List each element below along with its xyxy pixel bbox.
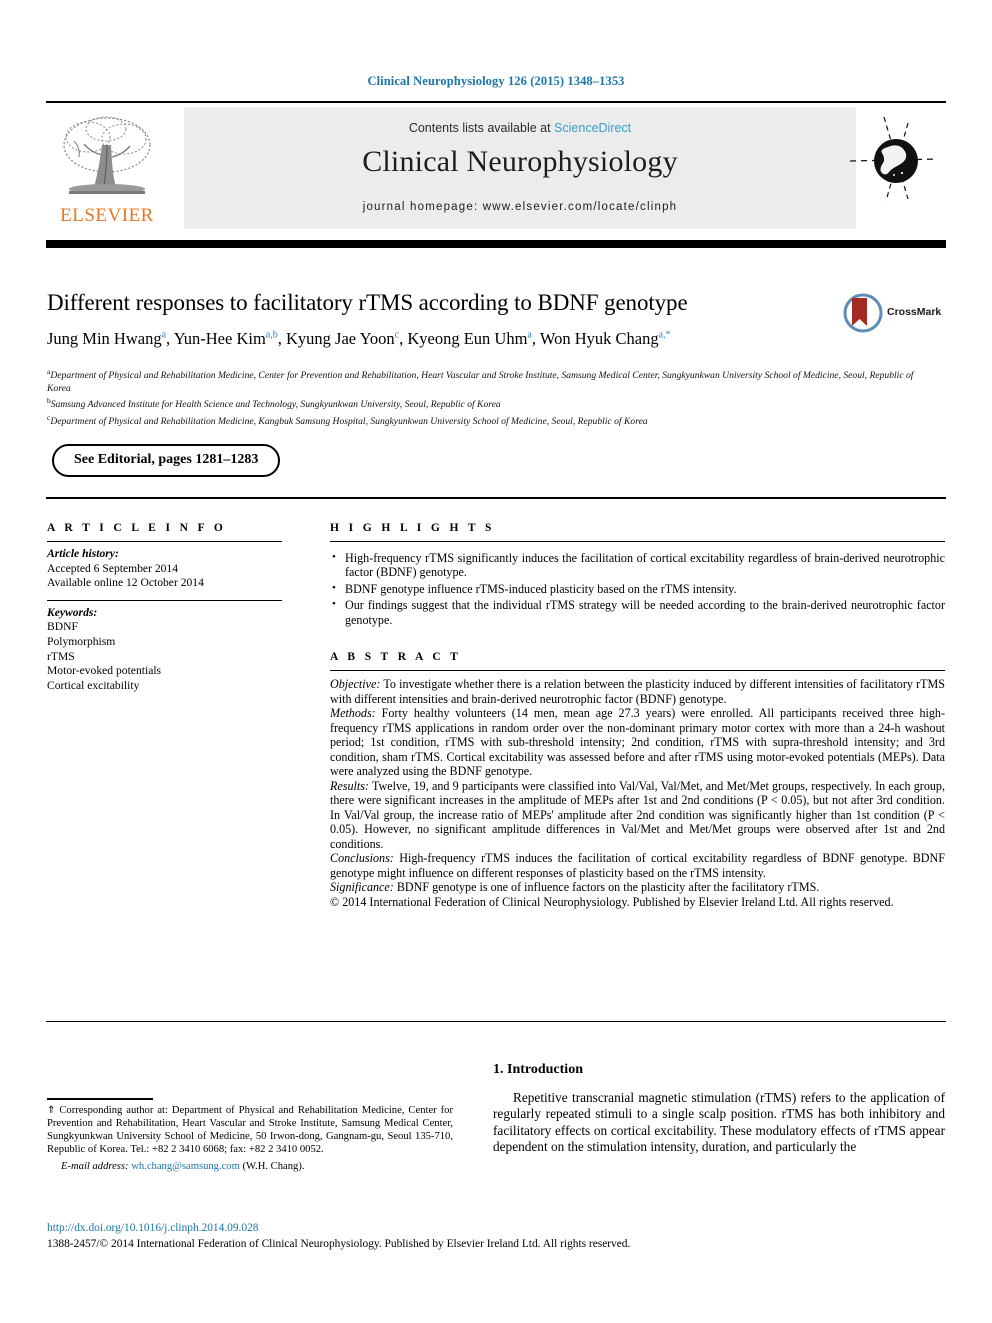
elsevier-tree-icon [63,116,151,194]
abstract-objective: Objective: To investigate whether there … [330,677,945,706]
author-0: Jung Min Hwanga, [47,329,174,348]
introduction-heading: 1. Introduction [493,1062,583,1077]
keywords-block: Keywords: BDNF Polymorphism rTMS Motor-e… [47,601,282,694]
author-1: Yun-Hee Kima,b, [173,329,286,348]
journal-cover-mark [846,113,946,223]
abstract-bottom-rule [46,1021,946,1022]
elsevier-wordmark: ELSEVIER [60,205,154,226]
issn-copyright-line: 1388-2457/© 2014 International Federatio… [47,1238,631,1250]
email-owner: (W.H. Chang). [239,1161,305,1173]
author-affil-mark: a,* [658,329,671,341]
email-link[interactable]: wh.chang@samsung.com [131,1161,240,1172]
article-info-heading: A R T I C L E I N F O [47,522,227,534]
journal-homepage-link[interactable]: journal homepage: www.elsevier.com/locat… [184,201,856,213]
abstract-heading: A B S T R A C T [330,651,462,664]
highlight-item: High-frequency rTMS significantly induce… [332,550,945,580]
article-history-label: Article history: [47,547,119,560]
running-head: Clinical Neurophysiology 126 (2015) 1348… [367,74,625,88]
keyword-item: Motor-evoked potentials [47,664,162,678]
highlights-heading: H I G H L I G H T S [330,522,495,534]
contents-prefix: Contents lists available at [408,121,555,135]
highlights-list: High-frequency rTMS significantly induce… [330,550,945,627]
highlight-item: BDNF genotype influence rTMS-induced pla… [332,581,945,596]
keyword-item: Cortical excitability [47,678,140,692]
highlights-underline [330,541,945,542]
abstract-conclusions: Conclusions: High-frequency rTMS induces… [330,851,945,880]
article-first-page: Clinical Neurophysiology 126 (2015) 1348… [0,0,992,1323]
abstract-methods: Methods: Forty healthy volunteers (14 me… [330,706,945,779]
affiliations: aDepartment of Physical and Rehabilitati… [47,366,927,429]
doi-link[interactable]: http://dx.doi.org/10.1016/j.clinph.2014.… [47,1222,258,1234]
email-label: E-mail address: [61,1161,129,1173]
history-accepted: Accepted 6 September 2014 [47,561,179,575]
crossmark-icon [843,293,883,333]
elsevier-logo: ELSEVIER [48,111,166,229]
abstract-copyright: © 2014 International Federation of Clini… [330,894,894,909]
affiliation-a: aDepartment of Physical and Rehabilitati… [47,367,914,394]
history-available-online: Available online 12 October 2014 [47,576,204,590]
highlight-item: Our findings suggest that the individual… [332,597,945,627]
abstract-body: Objective: To investigate whether there … [330,671,945,909]
author-affil-mark: a,b [265,329,278,341]
affiliation-c: cDepartment of Physical and Rehabilitati… [47,413,648,428]
author-list: Jung Min Hwanga, Yun-Hee Kima,b, Kyung J… [47,329,927,349]
author-2: Kyung Jae Yoonc, [286,329,408,348]
page-title: Different responses to facilitatory rTMS… [47,290,688,315]
footnote-text: ⇑ Corresponding author at: Department of… [47,1105,453,1156]
keyword-item: BDNF [47,620,78,634]
see-editorial-badge[interactable]: See Editorial, pages 1281–1283 [52,444,281,477]
keywords-label: Keywords: [47,605,98,619]
introduction-section: 1. Introduction Repetitive transcranial … [493,1062,945,1156]
footnote-rule [47,1098,153,1100]
journal-title: Clinical Neurophysiology [362,145,678,178]
abstract-significance: Significance: BDNF genotype is one of in… [330,880,820,895]
crossmark-label: CrossMark [887,306,942,318]
header-rule [46,101,946,103]
masthead-bottom-rule [46,240,946,248]
sciencedirect-link[interactable]: ScienceDirect [554,121,631,135]
highlights-abstract-column: H I G H L I G H T S High-frequency rTMS … [330,522,945,909]
author-3: Kyeong Eun Uhma, [407,329,540,348]
contents-available-line: Contents lists available at ScienceDirec… [184,121,856,135]
introduction-paragraph: Repetitive transcranial magnetic stimula… [493,1090,945,1155]
keyword-item: Polymorphism [47,634,116,648]
journal-masthead: ELSEVIER Contents lists available at Sci… [46,107,946,233]
affiliation-b: bSamsung Advanced Institute for Health S… [47,396,501,411]
corresponding-author-footnote: ⇑ Corresponding author at: Department of… [47,1104,453,1173]
article-info-column: A R T I C L E I N F O Article history: A… [47,522,282,693]
email-line: E-mail address: wh.chang@samsung.com (W.… [47,1160,453,1173]
article-history-block: Article history: Accepted 6 September 20… [47,542,282,591]
author-4: Won Hyuk Changa,* [539,329,671,348]
keyword-item: rTMS [47,649,75,663]
info-section-rule [46,497,946,499]
brain-globe-icon [849,116,939,202]
abstract-results: Results: Twelve, 19, and 9 participants … [330,778,945,851]
crossmark-badge[interactable]: CrossMark [843,293,943,335]
